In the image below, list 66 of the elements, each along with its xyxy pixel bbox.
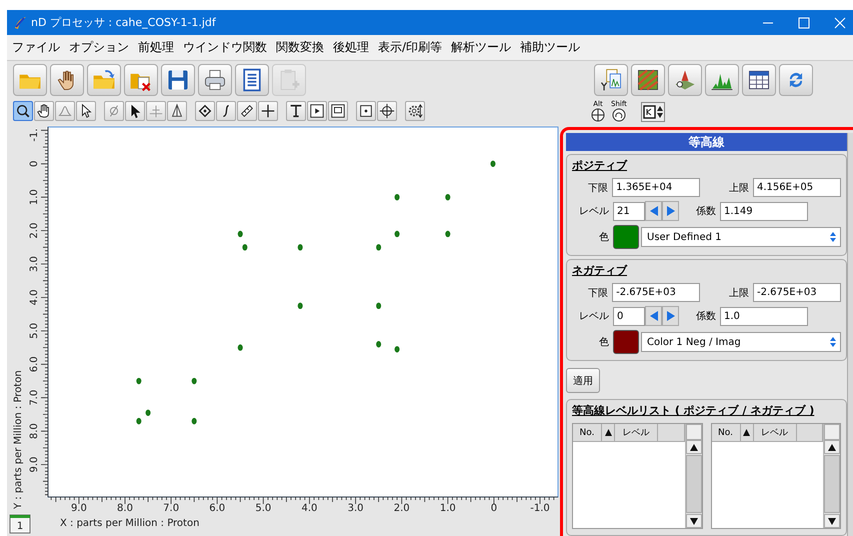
y-tick-label: 3.0 bbox=[29, 256, 40, 272]
apply-button[interactable]: 適用 bbox=[566, 368, 600, 393]
color-dropdown[interactable]: User Defined 1 bbox=[641, 227, 841, 247]
color-dropdown[interactable]: Color 1 Neg / Imag bbox=[641, 332, 841, 352]
x-tick-label: 5.0 bbox=[255, 503, 272, 514]
y-tick-label: 0 bbox=[29, 160, 40, 167]
x-tick-label: 0 bbox=[490, 503, 498, 514]
field-label: 係数 bbox=[695, 205, 717, 218]
x-tick-label: 2.0 bbox=[394, 503, 410, 514]
column-header[interactable]: レベル bbox=[615, 424, 658, 441]
field-label: 下限 bbox=[587, 286, 610, 300]
x-tick-label: -1.0 bbox=[530, 503, 550, 514]
y-axis-label: Y : parts per Million : Proton bbox=[13, 370, 24, 509]
field-label: レベル bbox=[578, 205, 610, 218]
level-list[interactable]: No. レベル bbox=[572, 423, 702, 529]
panel-title: 等高線 bbox=[566, 133, 847, 151]
x-tick-label: 7.0 bbox=[163, 503, 180, 514]
y-tick-label: 1.0 bbox=[29, 189, 40, 206]
menu-item[interactable]: 後処理 bbox=[333, 39, 369, 56]
input-field[interactable]: -2.675E+03 bbox=[612, 283, 700, 302]
x-tick-label: 3.0 bbox=[348, 503, 364, 514]
page-tab[interactable]: 1 bbox=[10, 514, 30, 534]
input-field[interactable]: 1.365E+04 bbox=[612, 178, 700, 197]
field-label: 係数 bbox=[695, 310, 717, 323]
field-label: 色 bbox=[598, 231, 610, 244]
x-tick-label: 4.0 bbox=[302, 503, 318, 514]
menu-item[interactable]: オプション bbox=[69, 39, 129, 56]
y-tick-label: 6.0 bbox=[29, 356, 40, 372]
menu-item[interactable]: 解析ツール bbox=[451, 39, 512, 56]
field-label: 上限 bbox=[728, 182, 750, 194]
y-tick-label: 2.0 bbox=[29, 222, 40, 239]
menu-item[interactable]: 前処理 bbox=[138, 39, 174, 56]
x-tick-label: 6.0 bbox=[209, 503, 226, 514]
menu-item[interactable]: ファイル bbox=[12, 39, 60, 56]
field-label: 上限 bbox=[728, 286, 750, 300]
input-field[interactable]: -2.675E+03 bbox=[753, 283, 841, 302]
y-tick-label: 7.0 bbox=[29, 390, 40, 406]
x-tick-label: 8.0 bbox=[117, 503, 133, 514]
input-field[interactable]: 0 bbox=[613, 306, 645, 326]
menu-item[interactable]: ウインドウ関数 bbox=[183, 39, 267, 56]
group-title: ポジティブ bbox=[572, 158, 627, 173]
y-tick-label: 5.0 bbox=[29, 322, 40, 339]
y-tick-label: 8.0 bbox=[29, 423, 40, 440]
menu-item[interactable]: 補助ツール bbox=[520, 39, 580, 56]
input-field[interactable]: 4.156E+05 bbox=[753, 178, 841, 197]
menu-item[interactable]: 関数変換 bbox=[276, 39, 324, 56]
column-header[interactable]: レベル bbox=[754, 424, 796, 441]
y-tick-label: 9.0 bbox=[29, 456, 40, 473]
y-tick-label: -1. bbox=[29, 128, 40, 142]
x-axis-label: X : parts per Million : Proton bbox=[60, 518, 200, 529]
column-header[interactable]: No. bbox=[573, 424, 602, 441]
field-label: 色 bbox=[598, 336, 610, 349]
x-tick-label: 1.0 bbox=[440, 503, 456, 514]
y-tick-label: 4.0 bbox=[29, 290, 40, 306]
input-field[interactable]: 21 bbox=[613, 202, 645, 220]
column-header[interactable]: No. bbox=[712, 424, 740, 441]
level-list[interactable]: No. レベル bbox=[710, 423, 841, 529]
input-field[interactable]: 1.0 bbox=[720, 306, 808, 326]
group-title: 等高線レベルリスト ( ポジティブ / ネガティブ ) bbox=[572, 403, 814, 418]
window-title: nD プロセッサ : cahe_COSY-1-1.jdf bbox=[31, 15, 217, 30]
field-label: 下限 bbox=[587, 182, 610, 194]
menu-item[interactable]: 表示/印刷等 bbox=[378, 39, 442, 56]
input-field[interactable]: 1.149 bbox=[720, 202, 808, 220]
field-label: レベル bbox=[578, 310, 610, 323]
group-title: ネガティブ bbox=[572, 263, 627, 278]
x-tick-label: 9.0 bbox=[70, 503, 87, 514]
